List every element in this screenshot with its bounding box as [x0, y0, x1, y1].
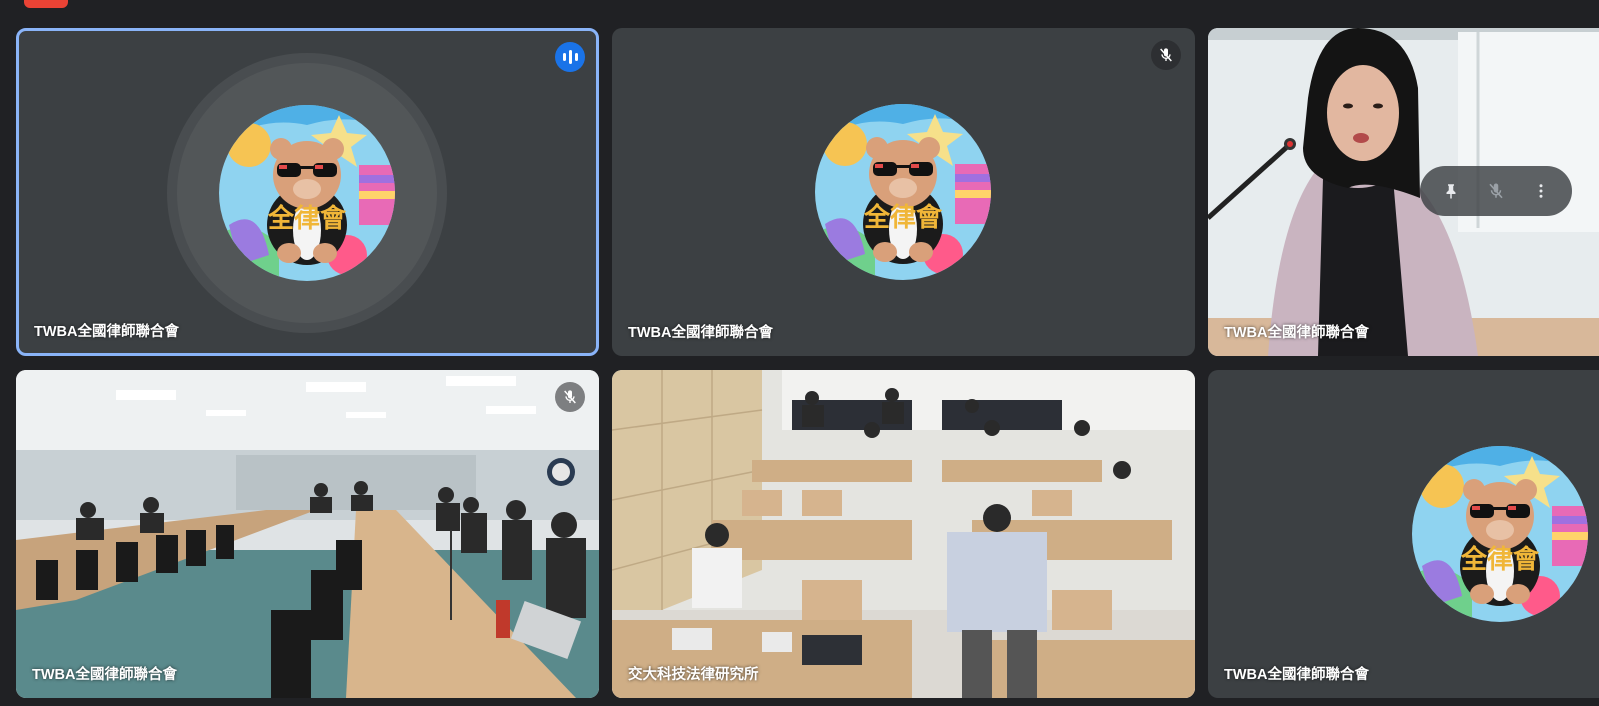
participant-tile-1[interactable]: 全律會 TWBA全國律師聯合會: [16, 28, 599, 356]
participant-tile-5[interactable]: 交大科技法律研究所: [612, 370, 1195, 698]
mic-off-icon: [555, 382, 585, 412]
avatar-logo-text: 全律會: [267, 203, 347, 233]
avatar-logo-text: 全律會: [1460, 544, 1540, 574]
more-options-button[interactable]: [1526, 176, 1556, 206]
participant-video: [612, 370, 1195, 698]
participant-name: TWBA全國律師聯合會: [32, 667, 177, 683]
participant-tile-6[interactable]: 全律會 TWBA全國律師聯合會: [1208, 370, 1599, 698]
participant-tile-3[interactable]: TWBA全國律師聯合會: [1208, 28, 1599, 356]
mic-off-icon: [1489, 183, 1503, 199]
audio-level-icon: [555, 42, 585, 72]
participant-video: [16, 370, 599, 698]
participant-avatar: 全律會: [815, 104, 991, 280]
participant-name: TWBA全國律師聯合會: [1224, 325, 1369, 341]
tile-hover-controls: [1420, 166, 1572, 216]
mute-participant-button[interactable]: [1481, 176, 1511, 206]
participant-name: TWBA全國律師聯合會: [34, 324, 179, 340]
top-bar: [0, 0, 1599, 14]
avatar-logo-text: 全律會: [863, 202, 943, 232]
participant-avatar: 全律會: [219, 105, 395, 281]
participant-name: TWBA全國律師聯合會: [628, 325, 773, 341]
pin-button[interactable]: [1436, 176, 1466, 206]
participant-tile-2[interactable]: 全律會 TWBA全國律師聯合會: [612, 28, 1195, 356]
participant-name: TWBA全國律師聯合會: [1224, 667, 1369, 683]
participant-avatar: 全律會: [1412, 446, 1588, 622]
pin-icon: [1446, 184, 1456, 199]
more-vert-icon: [1539, 184, 1543, 198]
leave-call-button[interactable]: [24, 0, 68, 8]
mic-off-icon: [1151, 40, 1181, 70]
participant-tile-4[interactable]: TWBA全國律師聯合會: [16, 370, 599, 698]
participant-name: 交大科技法律研究所: [628, 667, 759, 683]
